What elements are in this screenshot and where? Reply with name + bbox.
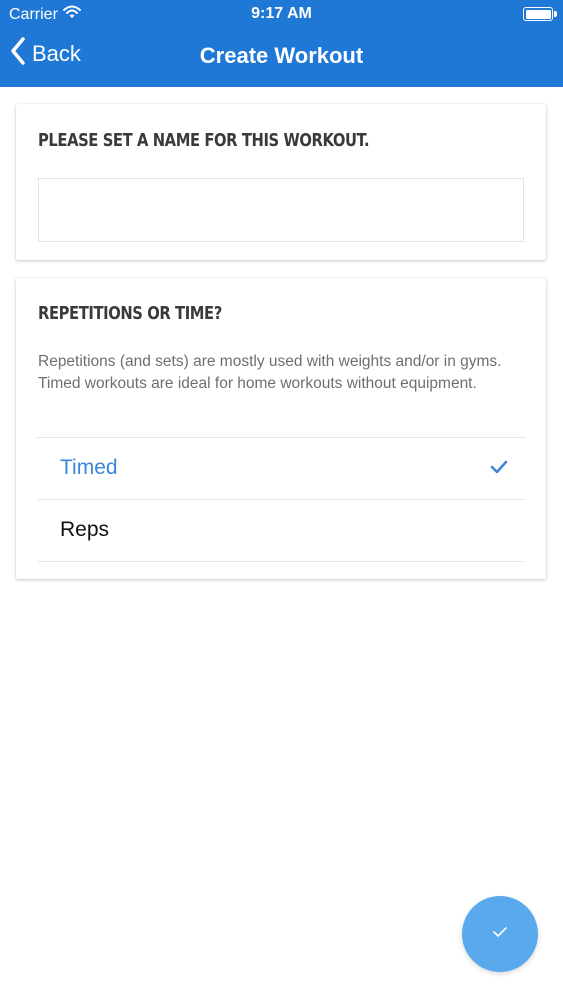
top-bar: Carrier 9:17 AM Back Create Workout	[0, 0, 563, 87]
checkmark-icon	[490, 460, 508, 479]
navigation-bar: Back Create Workout	[0, 33, 563, 81]
option-timed-label: Timed	[60, 456, 118, 479]
option-reps-label: Reps	[60, 518, 110, 541]
workout-mode-card: Repetitions or time? Repetitions (and se…	[16, 278, 546, 579]
save-workout-button[interactable]	[462, 896, 538, 972]
workout-name-heading: Please set a name for this workout.	[38, 130, 370, 151]
page-title: Create Workout	[199, 43, 364, 68]
option-reps[interactable]: Reps	[38, 500, 524, 562]
workout-name-card: Please set a name for this workout.	[16, 104, 546, 260]
status-time: 9:17 AM	[251, 5, 312, 22]
workout-mode-description: Repetitions (and sets) are mostly used w…	[38, 353, 502, 392]
workout-mode-heading: Repetitions or time?	[38, 303, 222, 324]
checkmark-icon	[492, 925, 508, 943]
status-bar: Carrier 9:17 AM	[0, 0, 563, 30]
battery-icon	[523, 7, 557, 21]
option-timed[interactable]: Timed	[38, 438, 524, 500]
workout-name-input[interactable]	[38, 178, 524, 242]
